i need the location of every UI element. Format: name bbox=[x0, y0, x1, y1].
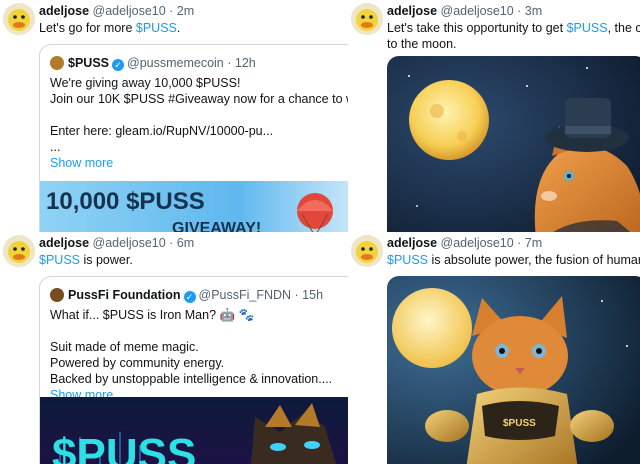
cashtag-link[interactable]: $PUSS bbox=[39, 253, 80, 267]
quote-header: PussFi Foundation ✓ @PussFi_FNDN · 15h bbox=[50, 287, 323, 303]
cashtag-link[interactable]: $PUSS bbox=[567, 21, 608, 35]
iron-cat-banner-image[interactable]: $PUSS bbox=[40, 397, 348, 464]
banner-headline: $PUSS bbox=[52, 430, 196, 464]
verified-badge-icon: ✓ bbox=[112, 59, 124, 71]
tweet-text: $PUSS is absolute power, the fusion of h… bbox=[387, 253, 640, 267]
quote-text: We're giving away 10,000 $PUSS! Join our… bbox=[50, 75, 348, 171]
armored-cat-image[interactable]: $PUSS bbox=[387, 276, 640, 464]
cashtag-link[interactable]: $PUSS bbox=[136, 21, 177, 35]
timestamp[interactable]: 7m bbox=[525, 236, 542, 250]
timestamp[interactable]: 6m bbox=[177, 236, 194, 250]
quoted-tweet[interactable]: PussFi Foundation ✓ @PussFi_FNDN · 15h Wha… bbox=[39, 276, 348, 464]
tweet-4[interactable]: adeljose @adeljose10 · 7m $PUSS is absol… bbox=[348, 232, 640, 464]
tweet-header: adeljose @adeljose10 · 7m bbox=[387, 236, 543, 250]
avatar[interactable] bbox=[3, 235, 35, 267]
timestamp[interactable]: 3m bbox=[525, 4, 542, 18]
quote-avatar bbox=[50, 56, 64, 70]
show-more-link[interactable]: Show more bbox=[50, 155, 348, 171]
quoted-tweet[interactable]: $PUSS ✓ @pussmemecoin · 12h We're giving a… bbox=[39, 44, 348, 232]
quote-display-name: PussFi Foundation bbox=[68, 288, 181, 302]
handle[interactable]: @adeljose10 bbox=[93, 236, 166, 250]
cashtag-link[interactable]: $PUSS bbox=[387, 253, 428, 267]
avatar[interactable] bbox=[3, 3, 35, 35]
display-name[interactable]: adeljose bbox=[387, 236, 437, 250]
handle[interactable]: @adeljose10 bbox=[441, 4, 514, 18]
quote-display-name: $PUSS bbox=[68, 56, 109, 70]
banner-subtitle: GIVEAWAY! bbox=[172, 220, 261, 232]
giveaway-banner-image[interactable]: 10,000 $PUSS GIVEAWAY! bbox=[40, 181, 348, 232]
tweet-text: Let's go for more $PUSS. bbox=[39, 21, 181, 35]
avatar[interactable] bbox=[351, 235, 383, 267]
quote-text: What if... $PUSS is Iron Man? 🤖 🐾 Suit m… bbox=[50, 308, 333, 402]
tweet-1[interactable]: adeljose @adeljose10 · 2m Let's go for m… bbox=[0, 0, 348, 232]
tweet-header: adeljose @adeljose10 · 6m bbox=[39, 236, 195, 250]
display-name[interactable]: adeljose bbox=[39, 236, 89, 250]
handle[interactable]: @adeljose10 bbox=[93, 4, 166, 18]
handle[interactable]: @adeljose10 bbox=[441, 236, 514, 250]
display-name[interactable]: adeljose bbox=[39, 4, 89, 18]
tweet-header: adeljose @adeljose10 · 3m bbox=[387, 4, 543, 18]
verified-badge-icon: ✓ bbox=[183, 291, 196, 303]
chest-emblem-label: $PUSS bbox=[503, 418, 536, 429]
tweet-text: $PUSS is power. bbox=[39, 253, 133, 267]
display-name[interactable]: adeljose bbox=[387, 4, 437, 18]
banner-headline: 10,000 $PUSS bbox=[46, 188, 205, 215]
timestamp[interactable]: 2m bbox=[177, 4, 194, 18]
avatar[interactable] bbox=[351, 3, 383, 35]
tweet-3[interactable]: adeljose @adeljose10 · 6m $PUSS is power… bbox=[0, 232, 348, 464]
tweet-2[interactable]: adeljose @adeljose10 · 3m Let's take thi… bbox=[348, 0, 640, 232]
tweet-header: adeljose @adeljose10 · 2m bbox=[39, 4, 195, 18]
quote-avatar bbox=[50, 288, 64, 302]
quote-header: $PUSS ✓ @pussmemecoin · 12h bbox=[50, 55, 256, 71]
tweet-text: Let's take this opportunity to get $PUSS… bbox=[387, 21, 640, 51]
cat-moon-image[interactable] bbox=[387, 56, 640, 232]
